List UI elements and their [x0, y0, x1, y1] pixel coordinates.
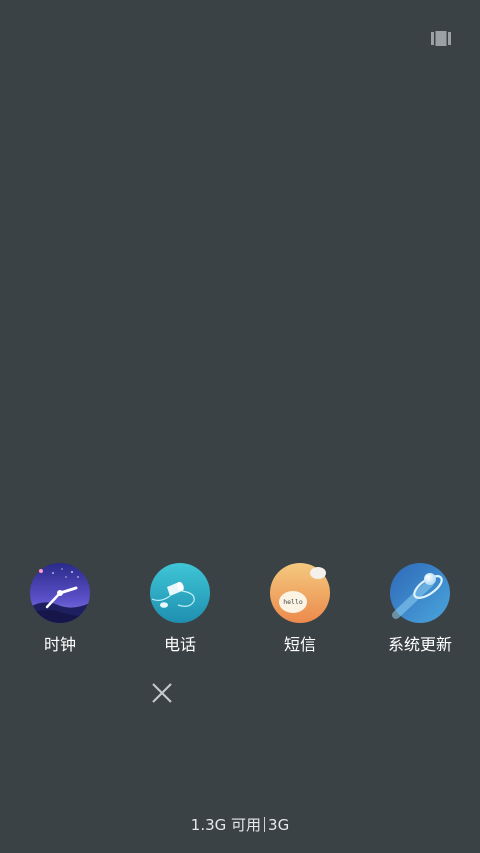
app-label-clock: 时钟 — [43, 635, 76, 654]
app-label-sms: 短信 — [283, 635, 316, 654]
app-clock[interactable]: 时钟 — [5, 563, 115, 655]
sms-icon-text: hello — [283, 598, 303, 606]
app-phone[interactable]: 电话 — [125, 563, 235, 655]
app-system-update[interactable]: 系统更新 — [365, 563, 475, 655]
clock-icon — [30, 563, 90, 623]
memory-total: 3G — [268, 816, 290, 834]
memory-available: 1.3G 可用 — [190, 816, 262, 834]
close-all-button[interactable] — [151, 682, 173, 704]
phone-icon — [150, 563, 210, 623]
app-label-system-update: 系统更新 — [387, 635, 452, 654]
view-toggle-icon[interactable] — [431, 31, 451, 46]
app-label-phone: 电话 — [163, 635, 196, 654]
sms-icon: hello — [270, 563, 330, 623]
system-update-icon — [390, 563, 450, 623]
memory-status: 1.3G 可用 3G — [0, 815, 480, 835]
app-sms[interactable]: hello 短信 — [245, 563, 355, 655]
memory-separator — [264, 817, 266, 832]
recent-apps-row: 时钟 电话 hello 短信 系统更新 — [0, 563, 480, 663]
